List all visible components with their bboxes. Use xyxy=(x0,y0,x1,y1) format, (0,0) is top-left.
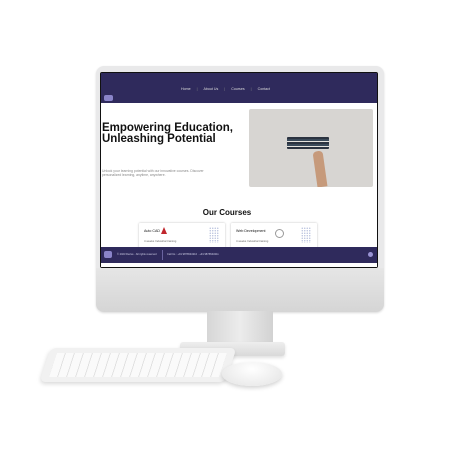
hand-holding-books-image xyxy=(312,150,328,187)
nav-separator: | xyxy=(224,87,226,91)
web-logo-icon xyxy=(275,229,284,238)
course-card-autocad[interactable]: Auto CAD 4 weeks Industrial training xyxy=(139,223,225,249)
mouse xyxy=(222,362,282,386)
nav-about[interactable]: About Us xyxy=(204,87,219,91)
hero-image xyxy=(249,109,373,187)
footer-copyright: © 2023 Derive · All rights reserved xyxy=(117,253,157,256)
books-stack-image xyxy=(287,137,329,149)
nav-separator: | xyxy=(250,87,252,91)
desktop-mockup: Home | About Us | Courses | Contact Empo… xyxy=(0,0,458,459)
dots-pattern-icon xyxy=(301,227,311,243)
keyboard xyxy=(39,348,237,382)
course-card-web-development[interactable]: Web Development 4 weeks Industrial train… xyxy=(231,223,317,249)
footer-contact: Call Us : +91 9876543210 · +91 987654321… xyxy=(167,253,219,256)
site-logo[interactable] xyxy=(104,95,113,101)
nav-contact[interactable]: Contact xyxy=(258,87,270,91)
course-name: Web Development xyxy=(236,229,266,233)
nav-links: Home | About Us | Courses | Contact xyxy=(181,87,270,91)
footer-divider xyxy=(162,250,163,260)
hero-subtitle: Unlock your learning potential with our … xyxy=(102,169,204,178)
monitor-stand-neck xyxy=(207,311,273,345)
nav-home[interactable]: Home xyxy=(181,87,191,91)
autocad-logo-icon xyxy=(161,227,167,234)
website-screen: Home | About Us | Courses | Contact Empo… xyxy=(101,73,377,267)
monitor-chin xyxy=(96,268,384,312)
keyboard-keys xyxy=(49,353,227,377)
course-description: 4 weeks Industrial training xyxy=(236,239,269,243)
course-description: 4 weeks Industrial training xyxy=(144,239,177,243)
hero-title: Empowering Education, Unleashing Potenti… xyxy=(102,122,233,145)
top-navbar: Home | About Us | Courses | Contact xyxy=(101,73,377,103)
social-icon[interactable] xyxy=(368,252,373,257)
nav-separator: | xyxy=(196,87,198,91)
site-footer: © 2023 Derive · All rights reserved Call… xyxy=(101,247,377,263)
footer-logo[interactable] xyxy=(104,251,112,258)
dots-pattern-icon xyxy=(209,227,219,243)
course-name: Auto CAD xyxy=(144,229,160,233)
nav-courses[interactable]: Courses xyxy=(231,87,244,91)
courses-heading: Our Courses xyxy=(202,208,252,217)
